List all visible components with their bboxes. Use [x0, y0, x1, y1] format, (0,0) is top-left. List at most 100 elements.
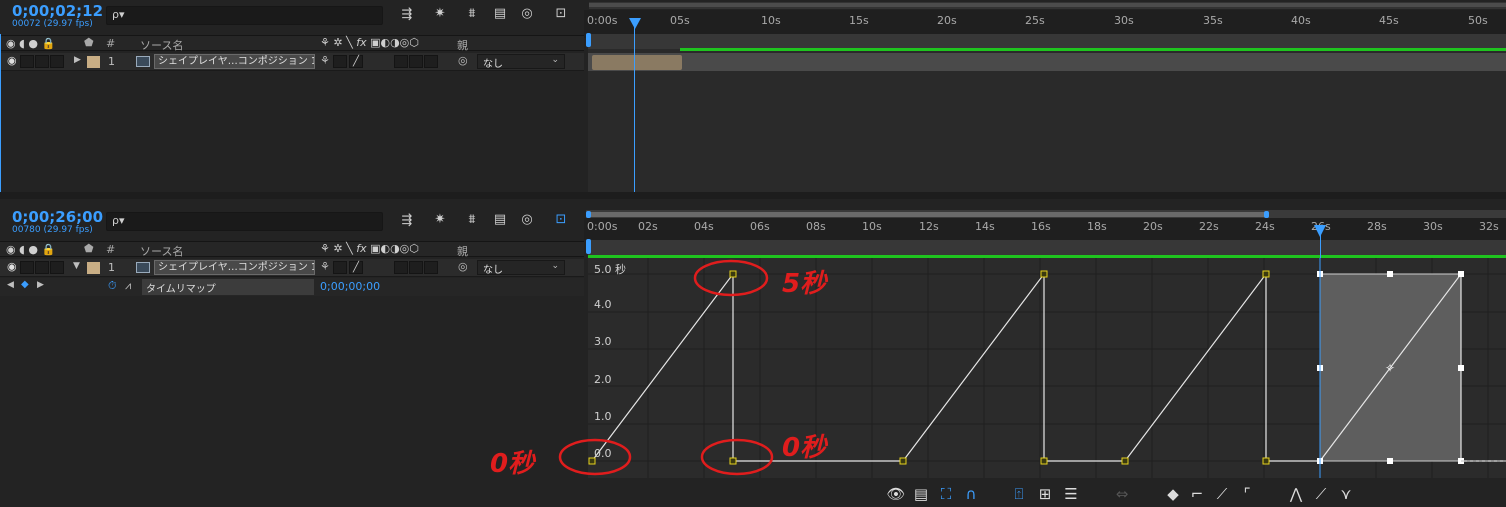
parent-dropdown[interactable]: なし ⌄	[477, 54, 565, 70]
ease-in-icon[interactable]: ⋀	[1285, 485, 1307, 503]
keyframe	[1040, 457, 1048, 465]
easy-ease-icon[interactable]: ⌜	[1236, 485, 1258, 503]
tick-label: 18s	[1087, 220, 1107, 233]
time-ruler[interactable]: 0:00s 02s 04s 06s 08s 10s 12s 14s 16s 18…	[584, 218, 1506, 240]
work-area-start[interactable]	[586, 211, 591, 218]
work-area-start[interactable]	[586, 33, 591, 47]
playhead-handle[interactable]	[629, 18, 641, 29]
visibility-eye-icon[interactable]: ◉	[7, 54, 17, 67]
current-time-indicator	[1320, 228, 1321, 258]
tick-label: 10s	[862, 220, 882, 233]
property-value[interactable]: 0;00;00;00	[320, 280, 380, 293]
shy-layers-icon[interactable]: ⩩	[463, 7, 481, 21]
ease-out-icon[interactable]: ⟋	[1310, 485, 1332, 503]
snap-icon[interactable]: ∩	[960, 485, 982, 503]
source-name-header[interactable]: ソース名	[140, 243, 183, 259]
graph-include-icon[interactable]: ⩘	[125, 279, 131, 293]
adjustment-switch[interactable]	[424, 55, 438, 68]
frame-count: 00072 (29.97 fps)	[12, 19, 93, 29]
lock-toggle[interactable]	[50, 55, 64, 68]
visibility-eye-icon[interactable]: ◉	[7, 260, 17, 273]
frame-blending-icon[interactable]: ▤	[491, 213, 509, 227]
expand-arrow-icon[interactable]: ▶	[74, 55, 81, 65]
separate-dimensions-icon[interactable]: ☰	[1060, 485, 1082, 503]
source-name-header[interactable]: ソース名	[140, 37, 183, 53]
work-area-end[interactable]	[1264, 211, 1269, 218]
label-color-swatch[interactable]	[87, 262, 100, 274]
easy-ease-out-icon[interactable]: ⋎	[1335, 485, 1357, 503]
lock-toggle[interactable]	[50, 261, 64, 274]
fit-selection-icon[interactable]: ⍐	[1008, 485, 1030, 503]
graph-options-icon[interactable]: ▤	[910, 485, 932, 503]
search-input[interactable]: ρ▾	[106, 6, 383, 25]
current-time-display[interactable]: 0;00;02;12	[12, 2, 103, 20]
audio-toggle[interactable]	[20, 261, 34, 274]
layer-row[interactable]: ◉ ▼ 1 シェイプレイヤ…コンポジション 1 ⚘ ╱ ◎ なし ⌄	[0, 259, 584, 277]
work-area-fill[interactable]	[589, 212, 1267, 217]
quality-switch[interactable]	[333, 261, 347, 274]
current-time-display[interactable]: 0;00;26;00	[12, 208, 103, 226]
label-color-swatch[interactable]	[87, 56, 100, 68]
work-area-start-marker[interactable]	[586, 239, 591, 254]
show-properties-icon[interactable]: 👁	[885, 485, 907, 503]
graph-editor-icon[interactable]: ⊡	[552, 7, 570, 21]
property-name: タイムリマップ	[142, 279, 314, 295]
audio-toggle[interactable]	[20, 55, 34, 68]
adjustment-switch[interactable]	[424, 261, 438, 274]
motion-blur-icon[interactable]: ◎	[518, 7, 536, 21]
tick-label: 06s	[750, 220, 770, 233]
pick-whip-icon[interactable]: ◎	[458, 54, 468, 67]
draft-3d-icon[interactable]: ✷	[431, 213, 449, 227]
solo-toggle[interactable]	[35, 261, 49, 274]
next-keyframe-icon[interactable]: ▶	[37, 280, 44, 290]
stopwatch-icon[interactable]: ⏱	[108, 279, 117, 293]
frame-blending-icon[interactable]: ▤	[491, 7, 509, 21]
duration-bar-green	[680, 48, 1506, 51]
frame-blend-switch[interactable]	[409, 55, 423, 68]
layer-row[interactable]: ◉ ▶ 1 シェイプレイヤ…コンポジション 1 ⚘ ╱ ◎ なし ⌄	[0, 53, 584, 71]
convert-linear-icon[interactable]: ⌐	[1186, 485, 1208, 503]
quality-line-switch[interactable]: ╱	[349, 55, 363, 68]
property-row[interactable]: ◀ ◆ ▶ ⏱ ⩘ タイムリマップ 0;00;00;00	[0, 278, 584, 296]
layer-bar[interactable]	[592, 55, 682, 70]
fit-all-icon[interactable]: ⊞	[1034, 485, 1056, 503]
composition-mini-flowchart-icon[interactable]: ⇶	[398, 8, 416, 22]
parent-value: なし	[483, 265, 503, 276]
draft-3d-icon[interactable]: ✷	[431, 7, 449, 21]
current-time-indicator[interactable]	[634, 18, 635, 192]
prev-keyframe-icon[interactable]: ◀	[7, 280, 14, 290]
quality-switch[interactable]	[333, 55, 347, 68]
tick-label: 02s	[638, 220, 658, 233]
collapse-arrow-icon[interactable]: ▼	[73, 261, 80, 271]
solo-toggle[interactable]	[35, 55, 49, 68]
layer-name[interactable]: シェイプレイヤ…コンポジション 1	[154, 260, 315, 275]
convert-hold-icon[interactable]: ◆	[1162, 485, 1184, 503]
parent-dropdown[interactable]: なし ⌄	[477, 260, 565, 276]
frame-count: 00780 (29.97 fps)	[12, 225, 93, 235]
motion-blur-icon[interactable]: ◎	[518, 213, 536, 227]
convert-auto-bezier-icon[interactable]: ⟋	[1211, 485, 1233, 503]
graph-editor[interactable]: ✧ 5.0 秒 4.0 3.0 2.0 1.0 0.0	[588, 258, 1506, 478]
shy-layers-icon[interactable]: ⩩	[463, 213, 481, 227]
graph-editor-icon[interactable]: ⊡	[552, 213, 570, 227]
search-input[interactable]: ρ▾	[106, 212, 383, 231]
keyframe	[729, 457, 737, 465]
tick-label: 30s	[1423, 220, 1443, 233]
chevron-down-icon: ⌄	[551, 55, 559, 65]
add-keyframe-icon[interactable]: ◆	[21, 279, 29, 290]
composition-mini-flowchart-icon[interactable]: ⇶	[398, 214, 416, 228]
collapse-switch-icon[interactable]: ⚘	[320, 260, 330, 273]
layer-name[interactable]: シェイプレイヤ…コンポジション 1	[154, 54, 315, 69]
frame-blend-switch[interactable]	[409, 261, 423, 274]
edit-keyframes-icon[interactable]: ⇔	[1111, 485, 1133, 503]
pick-whip-icon[interactable]: ◎	[458, 260, 468, 273]
tick-label: 0:00s	[587, 220, 618, 233]
collapse-switch-icon[interactable]: ⚘	[320, 54, 330, 67]
transform-box-icon[interactable]: ⛶	[935, 485, 957, 503]
quality-line-switch[interactable]: ╱	[349, 261, 363, 274]
work-area-fill[interactable]	[589, 3, 1506, 7]
effect-switch[interactable]	[394, 261, 408, 274]
switches-header: ⚘ ✲ ╲ fx ▣◐◑◎⬡	[320, 242, 419, 255]
graph-y-label: 4.0	[594, 298, 612, 311]
effect-switch[interactable]	[394, 55, 408, 68]
